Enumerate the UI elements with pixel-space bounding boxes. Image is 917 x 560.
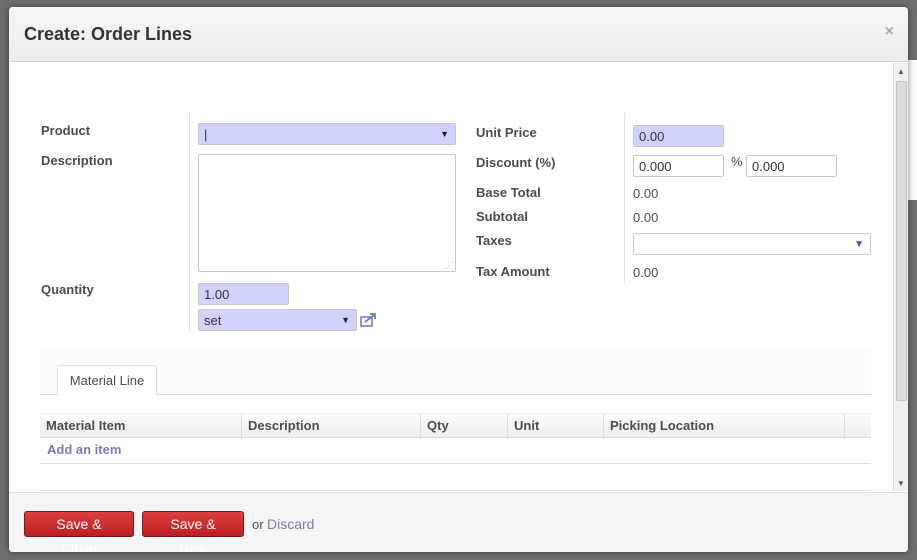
tab-material-line[interactable]: Material Line — [57, 365, 157, 396]
column-header-picking-location[interactable]: Picking Location — [604, 414, 845, 439]
product-select[interactable]: | ▼ — [198, 123, 456, 145]
dialog-title: Create: Order Lines — [24, 24, 193, 44]
description-textarea[interactable]: ⋰ — [198, 154, 456, 272]
subtotal-label: Subtotal — [476, 209, 528, 224]
percent-sign: % — [731, 154, 743, 169]
taxes-select[interactable]: ▼ — [633, 233, 871, 255]
close-icon[interactable]: × — [885, 23, 894, 41]
save-close-button[interactable]: Save & Close — [24, 511, 134, 552]
external-link-icon[interactable] — [360, 312, 378, 327]
discard-link[interactable]: Discard — [267, 516, 314, 532]
scrollbar-thumb[interactable] — [896, 81, 907, 401]
taxes-label: Taxes — [476, 233, 512, 248]
column-header-description[interactable]: Description — [242, 414, 421, 439]
scroll-down-icon[interactable]: ▼ — [897, 479, 905, 488]
grid-row-divider — [40, 463, 871, 464]
material-grid-header: Material Item Description Qty Unit Picki… — [40, 413, 871, 439]
add-an-item-link[interactable]: Add an item — [47, 442, 121, 457]
column-header-material-item[interactable]: Material Item — [40, 414, 242, 439]
subtotal-value: 0.00 — [633, 210, 659, 225]
quantity-label: Quantity — [41, 282, 94, 297]
notebook-tab-bar: Material Line — [40, 350, 871, 396]
base-total-label: Base Total — [476, 185, 541, 200]
uom-value: set — [204, 313, 222, 328]
caret-down-icon[interactable]: ▼ — [854, 239, 864, 250]
or-text: or — [252, 517, 264, 532]
scroll-up-icon[interactable]: ▲ — [897, 67, 905, 76]
caret-down-icon[interactable]: ▼ — [440, 129, 449, 139]
uom-select[interactable]: set ▼ — [198, 309, 357, 331]
grid-bottom-divider — [40, 490, 871, 491]
dialog-body: Product Description Quantity | ▼ ⋰ 1.00 … — [9, 63, 908, 491]
dialog-footer: Save & Close Save & New or Discard — [9, 492, 908, 552]
material-line-notebook: Material Line Material Item Description … — [40, 350, 871, 491]
create-order-lines-dialog: Create: Order Lines × Product Descriptio… — [9, 7, 908, 552]
unit-price-input[interactable]: 0.00 — [633, 125, 724, 147]
description-label: Description — [41, 153, 113, 168]
base-total-value: 0.00 — [633, 186, 659, 201]
resize-grip-icon[interactable]: ⋰ — [445, 261, 453, 270]
right-column-divider — [624, 113, 625, 283]
save-new-button[interactable]: Save & New — [142, 511, 244, 552]
product-label: Product — [41, 123, 91, 138]
tax-amount-label: Tax Amount — [476, 264, 550, 279]
caret-down-icon[interactable]: ▼ — [341, 315, 350, 325]
dialog-header: Create: Order Lines × — [9, 7, 908, 62]
column-header-unit[interactable]: Unit — [508, 414, 604, 439]
discount-secondary-input[interactable]: 0.000 — [746, 155, 837, 177]
unit-price-label: Unit Price — [476, 125, 537, 140]
left-column-divider — [189, 113, 190, 333]
tax-amount-value: 0.00 — [633, 265, 659, 280]
background-app-panel — [908, 60, 917, 200]
column-header-actions — [845, 414, 871, 439]
product-input-value: | — [204, 127, 208, 142]
column-header-qty[interactable]: Qty — [421, 414, 508, 439]
discount-input[interactable]: 0.000 — [633, 155, 724, 177]
discount-label: Discount (%) — [476, 155, 556, 170]
quantity-input[interactable]: 1.00 — [198, 283, 289, 305]
dialog-scrollbar[interactable]: ▲ ▼ — [893, 63, 908, 491]
